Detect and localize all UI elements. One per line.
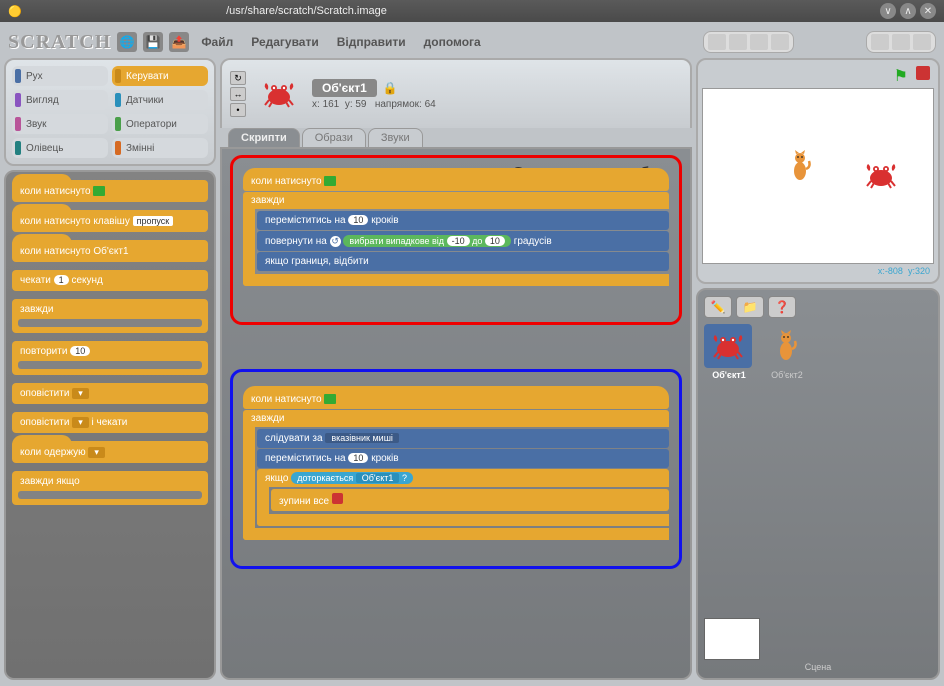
- editor-tabs: Скрипти Образи Звуки: [228, 128, 692, 147]
- sb-turn[interactable]: повернути на ↺ вибрати випадкове від -10…: [257, 231, 669, 251]
- menu-help[interactable]: допомога: [418, 33, 487, 51]
- menu-file[interactable]: Файл: [195, 33, 239, 51]
- sb-bounce[interactable]: якщо границя, відбити: [257, 252, 669, 271]
- green-flag-icon: [324, 176, 336, 186]
- menu-send[interactable]: Відправити: [331, 33, 412, 51]
- sb-move-steps[interactable]: переміститись на 10 кроків: [257, 211, 669, 230]
- window-title: /usr/share/scratch/Scratch.image: [22, 5, 592, 17]
- app-root: SCRATCH 🌐 💾 📤 Файл Редагувати Відправити…: [0, 22, 944, 686]
- stage[interactable]: [702, 88, 934, 264]
- green-flag-icon: [93, 186, 105, 196]
- scratch-logo: SCRATCH: [8, 31, 111, 54]
- sb-forever[interactable]: завжди: [243, 192, 669, 209]
- crab-script[interactable]: коли натиснуто завжди переміститись на 1…: [243, 168, 669, 286]
- rotate-style-full-icon[interactable]: ↻: [230, 71, 246, 85]
- block-forever-if[interactable]: завжди якщо: [12, 471, 208, 505]
- sb-when-flag[interactable]: коли натиснуто: [243, 168, 669, 191]
- block-when-key-pressed[interactable]: коли натиснуто клавішу пропуск: [12, 210, 208, 232]
- maximize-button[interactable]: ∧: [900, 3, 916, 19]
- block-repeat[interactable]: повторити 10: [12, 341, 208, 375]
- cat-script[interactable]: коли натиснуто завжди слідувати за вказі…: [243, 386, 669, 540]
- green-flag-icon: [324, 394, 336, 404]
- save-icon[interactable]: 💾: [143, 32, 163, 52]
- tool-shrink-icon[interactable]: [771, 34, 789, 50]
- menu-edit[interactable]: Редагувати: [245, 33, 325, 51]
- tool-grow-icon[interactable]: [750, 34, 768, 50]
- sprite-list-panel: ✏️ 📁 ❓ Об'єкт1 Об'єкт2: [696, 288, 940, 680]
- tab-scripts[interactable]: Скрипти: [228, 128, 300, 147]
- block-palette: коли натиснуто коли натиснуто клавішу пр…: [4, 170, 216, 680]
- cursor-tools: [703, 31, 794, 53]
- rotate-style-lr-icon[interactable]: ↔: [230, 87, 246, 101]
- stop-icon: [332, 493, 343, 504]
- stage-panel: ⚑ x:-808 y:320: [696, 58, 940, 284]
- block-broadcast-wait[interactable]: оповістити ▾ і чекати: [12, 412, 208, 433]
- new-sprite-paint-icon[interactable]: ✏️: [704, 296, 732, 318]
- window-titlebar: 🟡 /usr/share/scratch/Scratch.image ∨ ∧ ✕: [0, 0, 944, 22]
- app-icon: 🟡: [8, 5, 22, 18]
- share-icon[interactable]: 📤: [169, 32, 189, 52]
- sb-stop-all[interactable]: зупини все: [271, 489, 669, 511]
- new-sprite-random-icon[interactable]: ❓: [768, 296, 796, 318]
- block-forever[interactable]: завжди: [12, 299, 208, 333]
- rotate-ccw-icon: ↺: [330, 236, 341, 247]
- tool-duplicate-icon[interactable]: [708, 34, 726, 50]
- minimize-button[interactable]: ∨: [880, 3, 896, 19]
- category-variables[interactable]: Змінні: [112, 138, 208, 158]
- block-when-receive[interactable]: коли одержую ▾: [12, 441, 208, 463]
- mouse-coords: x:-808 y:320: [702, 264, 934, 278]
- view-presentation-icon[interactable]: [913, 34, 931, 50]
- category-pen[interactable]: Олівець: [12, 138, 108, 158]
- category-motion[interactable]: Рух: [12, 66, 108, 86]
- tab-costumes[interactable]: Образи: [302, 128, 366, 147]
- category-control[interactable]: Керувати: [112, 66, 208, 86]
- new-sprite-file-icon[interactable]: 📁: [736, 296, 764, 318]
- category-operators[interactable]: Оператори: [112, 114, 208, 134]
- view-small-icon[interactable]: [871, 34, 889, 50]
- sb-if[interactable]: якщо доторкається Об'єкт1 ?: [257, 469, 669, 487]
- annotation-crab: Скрипт для краба коли натиснуто завжди п…: [230, 155, 682, 325]
- script-editor[interactable]: Скрипт для краба коли натиснуто завжди п…: [220, 147, 692, 680]
- sb-pick-random[interactable]: вибрати випадкове від -10 до 10: [343, 235, 510, 247]
- sb-forever-2[interactable]: завжди: [243, 410, 669, 427]
- block-when-sprite-clicked[interactable]: коли натиснуто Об'єкт1: [12, 240, 208, 262]
- category-sound[interactable]: Звук: [12, 114, 108, 134]
- sprite-coords: x: 161 y: 59 напрямок: 64: [312, 99, 436, 110]
- sprite-info-header: ↻ ↔ • Об'єкт1 🔒 x: 161 y: 59 напрямок: 6…: [220, 58, 692, 128]
- sprite-item-1[interactable]: Об'єкт1: [704, 324, 754, 380]
- language-icon[interactable]: 🌐: [117, 32, 137, 52]
- view-normal-icon[interactable]: [892, 34, 910, 50]
- rotate-style-none-icon[interactable]: •: [230, 103, 246, 117]
- green-flag-button[interactable]: ⚑: [894, 66, 908, 86]
- stage-thumb[interactable]: Сцена: [704, 618, 932, 672]
- tab-sounds[interactable]: Звуки: [368, 128, 423, 147]
- category-sensing[interactable]: Датчики: [112, 90, 208, 110]
- stage-sprite-crab[interactable]: [863, 161, 899, 195]
- current-sprite-thumb: [254, 72, 304, 116]
- block-wait[interactable]: чекати 1 секунд: [12, 270, 208, 291]
- stage-sprite-cat[interactable]: [789, 149, 811, 189]
- sb-touching[interactable]: доторкається Об'єкт1 ?: [291, 472, 413, 484]
- category-looks[interactable]: Вигляд: [12, 90, 108, 110]
- block-category-panel: Рух Керувати Вигляд Датчики Звук Операто…: [4, 58, 216, 166]
- annotation-cat: Скрипт для кота коли натиснуто завжди сл…: [230, 369, 682, 569]
- sb-when-flag-2[interactable]: коли натиснуто: [243, 386, 669, 409]
- sprite-name-field[interactable]: Об'єкт1: [312, 79, 377, 97]
- sb-move-steps-2[interactable]: переміститись на 10 кроків: [257, 449, 669, 468]
- block-broadcast[interactable]: оповістити ▾: [12, 383, 208, 404]
- lock-icon[interactable]: 🔒: [383, 81, 398, 95]
- close-button[interactable]: ✕: [920, 3, 936, 19]
- top-toolbar: SCRATCH 🌐 💾 📤 Файл Редагувати Відправити…: [4, 26, 940, 58]
- tool-delete-icon[interactable]: [729, 34, 747, 50]
- block-when-flag-clicked[interactable]: коли натиснуто: [12, 180, 208, 202]
- view-mode-tools: [866, 31, 936, 53]
- sb-point-towards[interactable]: слідувати за вказівник миші: [257, 429, 669, 448]
- stop-all-button[interactable]: [916, 66, 930, 80]
- sprite-item-2[interactable]: Об'єкт2: [762, 324, 812, 380]
